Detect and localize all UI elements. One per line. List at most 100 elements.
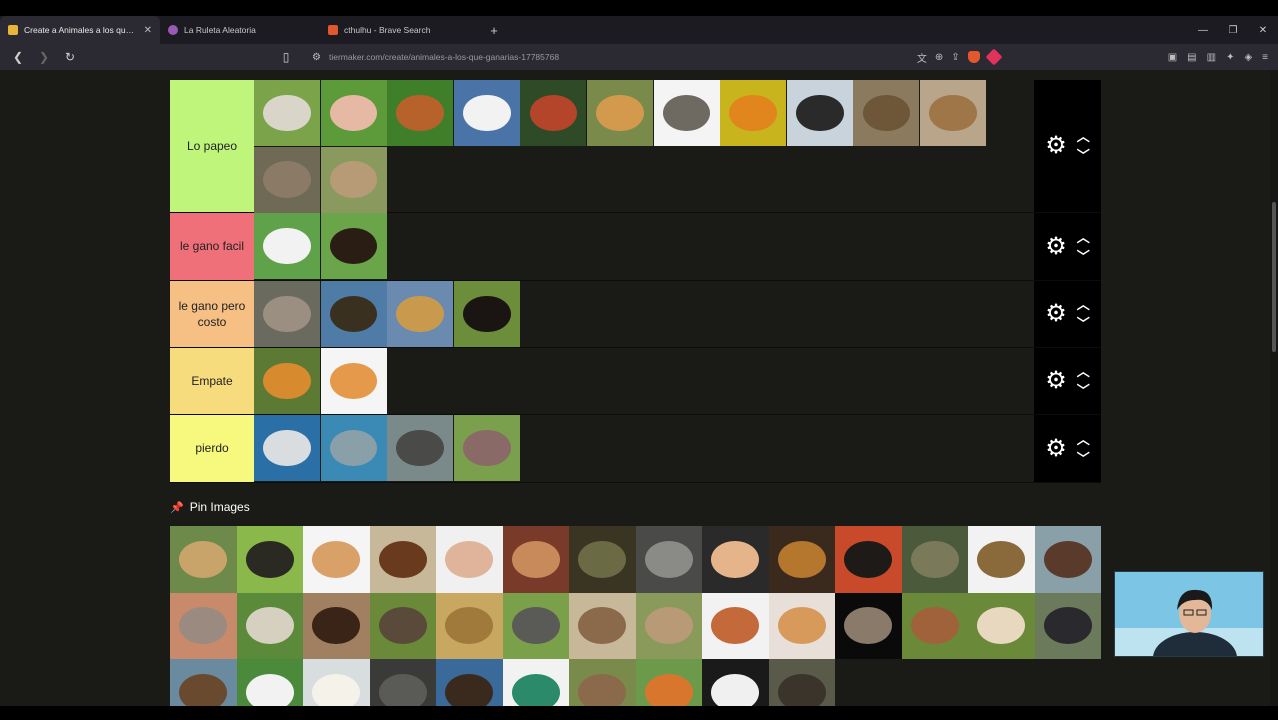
frog-image[interactable] [436, 592, 503, 659]
rock-image[interactable] [369, 659, 436, 706]
greyhound-image[interactable] [653, 80, 720, 146]
gorilla-image[interactable] [1034, 592, 1101, 659]
anteater-image[interactable] [369, 592, 436, 659]
shark-image[interactable] [254, 415, 320, 481]
tarantula-image[interactable] [303, 592, 370, 659]
share-icon[interactable]: ⇪ [951, 52, 959, 63]
chevron-up-icon[interactable]: ︿ [1077, 130, 1090, 143]
cat-image[interactable] [320, 348, 387, 414]
zoom-icon[interactable]: ⊕ [935, 52, 943, 63]
bruce-lee-image[interactable] [502, 526, 569, 593]
moose-image[interactable] [1034, 526, 1101, 593]
tab-tiermaker[interactable]: Create a Animales a los que ganarias ✕ [0, 16, 160, 44]
tier-label[interactable]: le gano facil [170, 213, 254, 280]
tier-label[interactable]: pierdo [170, 415, 254, 482]
new-tab-button[interactable]: + [480, 16, 508, 44]
chevron-down-icon[interactable]: ﹀ [1077, 384, 1090, 397]
sheep-image[interactable] [254, 80, 320, 146]
guinea-pig-image[interactable] [702, 592, 769, 659]
gear-icon[interactable]: ⚙ [1045, 369, 1067, 393]
hummingbird-image[interactable] [502, 659, 569, 706]
site-info-icon[interactable]: ⚙ [312, 52, 321, 63]
kangaroo-image[interactable] [853, 80, 920, 146]
elephant-image[interactable] [502, 592, 569, 659]
seal-image[interactable] [320, 415, 387, 481]
pelican-image[interactable] [702, 659, 769, 706]
beetle-image[interactable] [236, 526, 303, 593]
bookmark-icon[interactable]: ▯ [278, 50, 294, 64]
wolf-image[interactable] [254, 281, 320, 347]
cheetah-image[interactable] [170, 526, 237, 593]
child-image[interactable] [702, 526, 769, 593]
address-bar[interactable]: ⚙ tiermaker.com/create/animales-a-los-qu… [304, 47, 1008, 67]
tier-label[interactable]: le gano pero costo [170, 281, 254, 347]
rat-image[interactable] [835, 592, 902, 659]
robin-image[interactable] [635, 659, 702, 706]
scrollbar-thumb[interactable] [1272, 202, 1276, 352]
capuchin-image[interactable] [968, 592, 1035, 659]
man-image[interactable] [436, 526, 503, 593]
coyote-image[interactable] [919, 80, 986, 146]
tier-items[interactable] [254, 415, 1034, 482]
lion-image[interactable] [768, 526, 835, 593]
tiger-image[interactable] [254, 348, 320, 414]
menu-icon[interactable]: ≡ [1262, 52, 1268, 63]
penguins-image[interactable] [786, 80, 853, 146]
eagle-image[interactable] [436, 659, 503, 706]
doberman-image[interactable] [320, 213, 387, 279]
butterfly-image[interactable] [720, 80, 787, 146]
reload-icon[interactable]: ↻ [62, 50, 78, 64]
chevron-down-icon[interactable]: ﹀ [1077, 317, 1090, 330]
chevron-up-icon[interactable]: ︿ [1077, 298, 1090, 311]
tier-label[interactable]: Empate [170, 348, 254, 414]
wallet-icon[interactable]: ▥ [1207, 52, 1216, 63]
gigachad-image[interactable] [635, 526, 702, 593]
chihuahua-image[interactable] [303, 526, 370, 593]
chevron-down-icon[interactable]: ﹀ [1077, 250, 1090, 263]
rhinoceros-image[interactable] [387, 415, 454, 481]
panda-image[interactable] [236, 659, 303, 706]
chevron-down-icon[interactable]: ﹀ [1077, 452, 1090, 465]
meerkats-image[interactable] [635, 592, 702, 659]
pin-images-header[interactable]: 📌 Pin Images [170, 500, 250, 514]
sparrow-image[interactable] [569, 659, 636, 706]
hamster-image[interactable] [768, 592, 835, 659]
forward-arrow-icon[interactable]: ❯ [36, 50, 52, 64]
cobra-image[interactable] [236, 592, 303, 659]
maximize-button[interactable]: ❐ [1218, 16, 1248, 44]
back-arrow-icon[interactable]: ❮ [10, 50, 26, 64]
golden-retriever-image[interactable] [586, 80, 653, 146]
hyena-image[interactable] [569, 592, 636, 659]
gear-icon[interactable]: ⚙ [1045, 234, 1067, 259]
rooster-image[interactable] [520, 80, 587, 146]
giraffe-image[interactable] [387, 281, 454, 347]
brave-rewards-icon[interactable] [985, 48, 1003, 66]
old-painting-image[interactable] [569, 526, 636, 593]
hippo-image[interactable] [453, 415, 520, 481]
panel-icon[interactable]: ▤ [1187, 52, 1196, 63]
tier-items[interactable] [254, 213, 1034, 280]
chevron-down-icon[interactable]: ﹀ [1077, 149, 1090, 162]
crocodile-image[interactable] [901, 526, 968, 593]
page-scrollbar[interactable] [1270, 70, 1278, 706]
chevron-up-icon[interactable]: ︿ [1077, 231, 1090, 244]
sidebar-icon[interactable]: ▣ [1168, 52, 1177, 63]
pig-image[interactable] [320, 80, 387, 146]
tier-items[interactable] [254, 281, 1034, 347]
ostrich-image[interactable] [320, 281, 387, 347]
hen-image[interactable] [387, 80, 454, 146]
leo-ai-icon[interactable]: ✦ [1226, 52, 1234, 63]
hedgehog-image[interactable] [768, 659, 835, 706]
tier-label[interactable]: Lo papeo [170, 80, 254, 212]
polar-bear-image[interactable] [303, 659, 370, 706]
bear-image[interactable] [170, 659, 237, 706]
vpn-icon[interactable]: ◈ [1244, 52, 1252, 63]
swan-image[interactable] [453, 80, 520, 146]
tortoise-image[interactable] [968, 526, 1035, 593]
brave-shield-icon[interactable] [967, 51, 980, 63]
gear-icon[interactable]: ⚙ [1045, 302, 1067, 326]
bull-image[interactable] [835, 526, 902, 593]
lynx-image[interactable] [254, 146, 320, 213]
tier-items[interactable] [254, 80, 1034, 213]
minimize-button[interactable]: — [1188, 16, 1218, 44]
